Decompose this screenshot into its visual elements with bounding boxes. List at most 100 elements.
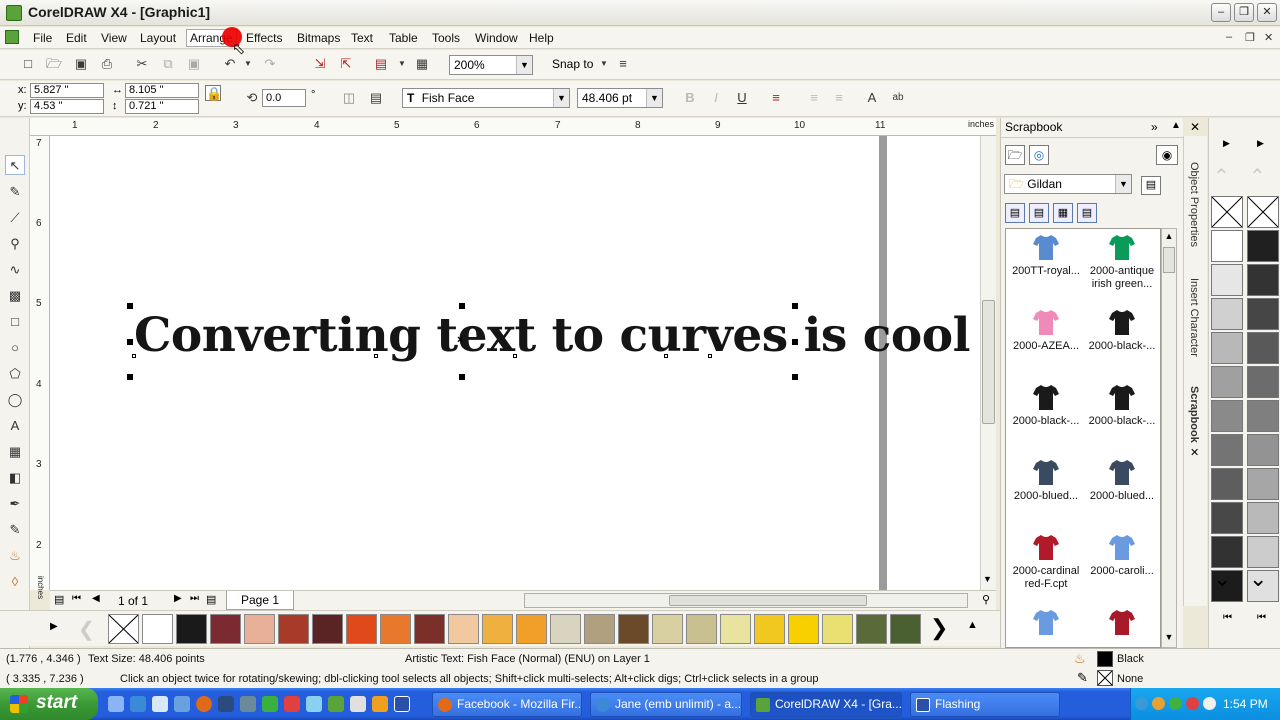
taskbar-item-firefox[interactable]: Facebook - Mozilla Fir... <box>432 692 582 717</box>
page-list-icon[interactable]: ▤ <box>54 593 64 606</box>
italic-icon[interactable]: I <box>708 90 724 106</box>
scrapbook-thumbnail-list[interactable]: 200TT-royal... 2000-antique irish green..… <box>1005 228 1161 648</box>
selection-handle[interactable] <box>127 374 133 380</box>
selection-handle[interactable] <box>792 339 798 345</box>
bullets-icon[interactable]: ≡ <box>806 90 822 106</box>
color-swatch[interactable] <box>448 614 479 644</box>
scrapbook-item[interactable]: 2000-AZEA... <box>1008 308 1084 353</box>
scrapbook-item[interactable]: 2000-black-... <box>1084 383 1160 428</box>
color-swatch[interactable] <box>856 614 887 644</box>
color-swatch[interactable] <box>380 614 411 644</box>
snap-to-button[interactable]: Snap to <box>552 57 593 71</box>
mdi-restore-button[interactable]: ❐ <box>1245 31 1255 44</box>
chevron-down-icon[interactable]: ▼ <box>516 56 532 74</box>
chevron-down-icon[interactable]: ▼ <box>646 89 662 107</box>
gray-swatch[interactable] <box>1211 366 1243 398</box>
coreldraw-quick-icon[interactable] <box>328 696 344 712</box>
gray-swatch[interactable] <box>1211 332 1243 364</box>
underline-button[interactable]: U <box>734 90 750 106</box>
taskbar-item-coreldraw[interactable]: CorelDRAW X4 - [Gra... <box>750 692 902 717</box>
basic-shapes-tool-icon[interactable]: ◯ <box>5 390 25 410</box>
palette-scroll-up-icon[interactable]: ⌃ <box>1213 164 1230 189</box>
drop-cap-icon[interactable]: ≡ <box>831 90 847 106</box>
first-page-icon[interactable]: ⏮ <box>72 593 81 604</box>
quick-launch-icon[interactable] <box>284 696 300 712</box>
previous-page-icon[interactable]: ◀ <box>92 593 100 604</box>
mirror-vertical-icon[interactable]: ▤ <box>368 90 384 106</box>
new-document-icon[interactable]: □ <box>20 56 36 72</box>
quick-launch-icon[interactable] <box>350 696 366 712</box>
horizontal-scrollbar[interactable] <box>524 593 968 608</box>
quick-launch-icon[interactable] <box>152 696 168 712</box>
color-swatch[interactable] <box>244 614 275 644</box>
coreldraw-app-icon[interactable] <box>6 5 22 21</box>
palette-end-icon[interactable]: ⏮ <box>1257 612 1266 623</box>
chevron-down-icon[interactable]: ▼ <box>553 89 569 107</box>
web-connection-icon[interactable]: ◎ <box>1029 145 1049 165</box>
gray-swatch[interactable] <box>1211 400 1243 432</box>
drawing-canvas[interactable] <box>50 136 980 590</box>
color-swatch[interactable] <box>142 614 173 644</box>
menu-view[interactable]: View <box>101 31 127 45</box>
scrapbook-item[interactable] <box>1008 608 1084 640</box>
font-list-select[interactable]: T Fish Face ▼ <box>402 88 570 108</box>
save-icon[interactable]: ▣ <box>73 56 89 72</box>
selection-handle[interactable] <box>127 303 133 309</box>
scroll-thumb[interactable] <box>669 595 867 606</box>
tray-icon[interactable] <box>1203 697 1216 710</box>
quick-launch-icon[interactable] <box>306 696 322 712</box>
mdi-close-button[interactable]: ✕ <box>1264 31 1273 44</box>
menu-bitmaps[interactable]: Bitmaps <box>297 31 340 45</box>
crop-tool-icon[interactable]: ⟋ <box>5 208 25 228</box>
menu-table[interactable]: Table <box>389 31 418 45</box>
gray-swatch[interactable] <box>1247 230 1279 262</box>
quick-launch-icon[interactable] <box>262 696 278 712</box>
export-icon[interactable]: ⇱ <box>338 56 354 72</box>
smart-fill-tool-icon[interactable]: ▩ <box>5 286 25 306</box>
clock[interactable]: 1:54 PM <box>1223 697 1268 711</box>
menu-window[interactable]: Window <box>475 31 518 45</box>
gray-swatch[interactable] <box>1247 400 1279 432</box>
tray-icon[interactable] <box>1152 697 1165 710</box>
font-size-select[interactable]: 48.406 pt ▼ <box>577 88 663 108</box>
gray-swatch[interactable] <box>1211 468 1243 500</box>
navigator-icon[interactable]: ⚲ <box>982 593 990 606</box>
shape-tool-icon[interactable]: ✎ <box>5 182 25 202</box>
gray-swatch[interactable] <box>1247 298 1279 330</box>
color-swatch[interactable] <box>720 614 751 644</box>
color-swatch[interactable] <box>278 614 309 644</box>
docker-close-icon[interactable]: ✕ <box>1190 120 1200 134</box>
tray-icon[interactable] <box>1169 697 1182 710</box>
next-page-icon[interactable]: ▶ <box>174 593 182 604</box>
no-color-swatch[interactable] <box>108 614 139 644</box>
restore-button[interactable]: ❐ <box>1234 3 1254 22</box>
application-launcher-icon[interactable]: ▤ <box>373 56 389 72</box>
scrapbook-item[interactable]: 2000-caroli... <box>1084 533 1160 578</box>
scrapbook-item[interactable]: 2000-black-... <box>1084 308 1160 353</box>
mdi-minimize-button[interactable]: – <box>1226 31 1232 43</box>
color-swatch[interactable] <box>210 614 241 644</box>
palette-expand-icon[interactable]: ▲ <box>967 619 978 631</box>
palette-scroll-down-icon[interactable]: ⌄ <box>1249 566 1267 592</box>
tab-object-properties[interactable]: Object Properties <box>1188 162 1200 247</box>
palette-scroll-down-icon[interactable]: ⌄ <box>1213 566 1231 592</box>
y-position-field[interactable]: 4.53 " <box>30 99 104 114</box>
text-node[interactable] <box>708 354 712 358</box>
scroll-up-icon[interactable]: ▲ <box>1162 231 1176 241</box>
palette-options-icon[interactable]: ▶ <box>1223 138 1230 149</box>
minimize-button[interactable]: – <box>1211 3 1231 22</box>
taskbar-item-flashing[interactable]: Flashing <box>910 692 1060 717</box>
ellipse-tool-icon[interactable]: ○ <box>5 338 25 358</box>
width-field[interactable]: 8.105 " <box>125 83 199 98</box>
tray-icon[interactable] <box>1135 697 1148 710</box>
options-icon[interactable]: ≡ <box>615 56 631 72</box>
scrapbook-item[interactable]: 2000-blued... <box>1084 458 1160 503</box>
no-color-swatch[interactable] <box>1211 196 1243 228</box>
menu-layout[interactable]: Layout <box>140 31 176 45</box>
show-desktop-icon[interactable] <box>108 696 124 712</box>
selection-handle[interactable] <box>127 339 133 345</box>
color-swatch[interactable] <box>550 614 581 644</box>
text-node[interactable] <box>513 354 517 358</box>
scrapbook-item[interactable]: 2000-antique irish green... <box>1084 233 1160 291</box>
import-icon[interactable]: ⇲ <box>312 56 328 72</box>
